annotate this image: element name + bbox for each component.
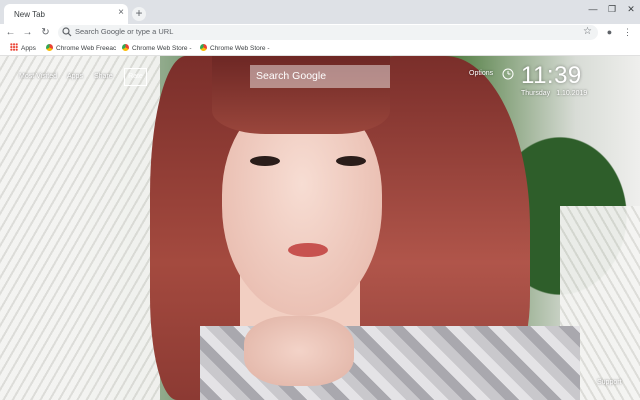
chrome-web-store-icon bbox=[122, 44, 129, 51]
apps-grid-icon bbox=[10, 43, 18, 51]
wallpaper-hammock-left bbox=[0, 56, 160, 400]
close-icon[interactable]: × bbox=[118, 7, 124, 19]
tab-title: New Tab bbox=[14, 10, 45, 19]
tab-new-tab[interactable]: New Tab × bbox=[4, 4, 128, 24]
minimize-icon[interactable]: — bbox=[584, 2, 602, 16]
wallpaper-lips bbox=[288, 243, 328, 257]
bookmark-label: Chrome Web Store - bbox=[210, 45, 270, 52]
forward-icon[interactable]: → bbox=[21, 26, 34, 39]
options-link[interactable]: Options bbox=[469, 70, 493, 77]
profile-icon[interactable]: ● bbox=[603, 26, 616, 39]
new-tab-button[interactable]: + bbox=[132, 7, 146, 21]
new-tab-page: Most Visited Apps Share Rate Search Goog… bbox=[0, 56, 640, 400]
nav-apps[interactable]: Apps bbox=[67, 73, 83, 80]
support-link[interactable]: Support bbox=[597, 379, 622, 386]
bookmark-chrome-web-2[interactable]: Chrome Web Store - bbox=[122, 43, 191, 54]
bookmark-label: Apps bbox=[21, 45, 36, 52]
search-icon bbox=[62, 27, 72, 37]
bookmark-chrome-web-1[interactable]: Chrome Web Freeac bbox=[46, 43, 116, 54]
tab-strip: New Tab × + — ❐ ✕ bbox=[0, 0, 640, 24]
menu-icon[interactable]: ⋮ bbox=[621, 26, 634, 39]
date-display: Thursday 1.10.2019 bbox=[521, 90, 587, 97]
reload-icon[interactable]: ↻ bbox=[39, 26, 52, 39]
bookmark-chrome-web-3[interactable]: Chrome Web Store - bbox=[200, 43, 269, 54]
chrome-web-store-icon bbox=[46, 44, 53, 51]
omnibox-placeholder: Search Google or type a URL bbox=[75, 27, 174, 36]
bookmarks-bar: Apps Chrome Web Freeac Chrome Web Store … bbox=[0, 41, 640, 56]
chrome-web-store-icon bbox=[200, 44, 207, 51]
clock-time: 11:39 bbox=[521, 62, 582, 89]
bookmark-label: Chrome Web Freeac bbox=[56, 45, 117, 52]
omnibox[interactable]: Search Google or type a URL ☆ bbox=[58, 25, 598, 40]
wallpaper-eye-left bbox=[250, 156, 280, 166]
wallpaper-hand bbox=[244, 316, 354, 386]
clock-icon[interactable] bbox=[502, 68, 514, 80]
wallpaper-eye-right bbox=[336, 156, 366, 166]
nav-most-visited[interactable]: Most Visited bbox=[19, 73, 57, 80]
date-value: 1.10.2019 bbox=[556, 90, 588, 97]
maximize-icon[interactable]: ❐ bbox=[603, 2, 621, 16]
toolbar: ← → ↻ Search Google or type a URL ☆ ● ⋮ bbox=[0, 24, 640, 41]
bookmark-apps[interactable]: Apps bbox=[10, 43, 36, 54]
window-close-icon[interactable]: ✕ bbox=[622, 2, 640, 16]
bookmark-star-icon[interactable]: ☆ bbox=[583, 26, 592, 38]
date-day: Thursday bbox=[521, 90, 551, 97]
search-input[interactable]: Search Google bbox=[250, 65, 390, 88]
bookmark-label: Chrome Web Store - bbox=[132, 45, 192, 52]
rate-button[interactable]: Rate bbox=[124, 68, 147, 86]
back-icon[interactable]: ← bbox=[4, 26, 17, 39]
nav-share[interactable]: Share bbox=[94, 73, 113, 80]
